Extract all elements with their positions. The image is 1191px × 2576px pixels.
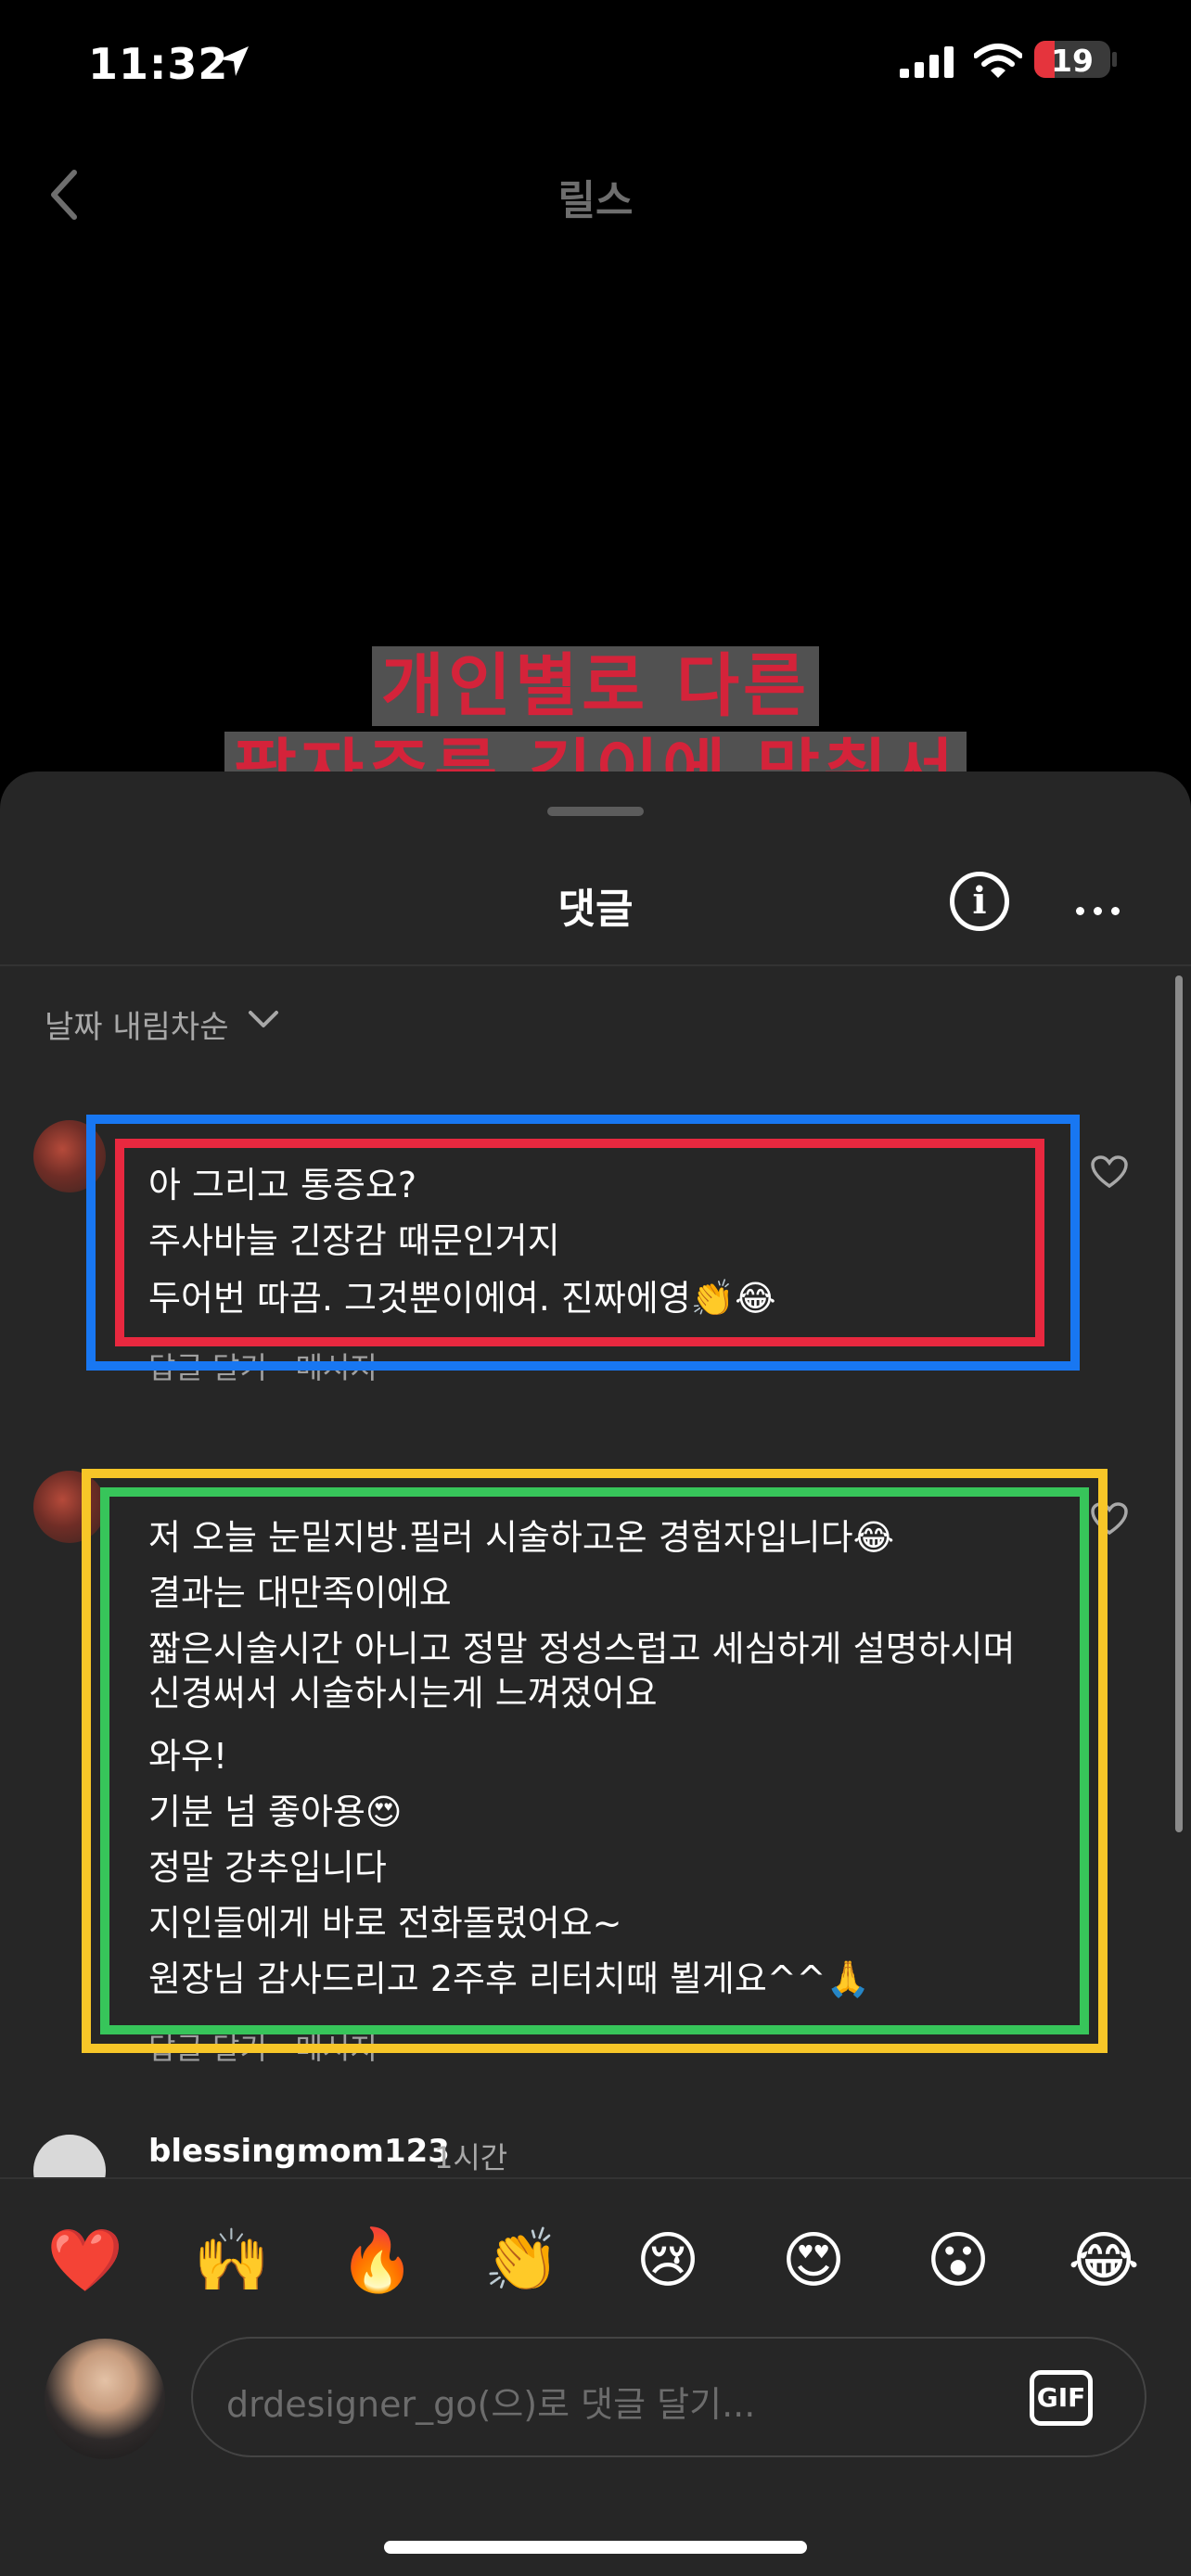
emoji-clap-button[interactable]: 👏	[467, 2224, 578, 2298]
comment-text-line: 짧은시술시간 아니고 정말 정성스럽고 세심하게 설명하시며 신경써서 시술하시…	[148, 1628, 1016, 1714]
battery-indicator: 19	[1034, 41, 1110, 79]
chevron-down-icon[interactable]	[247, 1009, 280, 1035]
emoji-crying-button[interactable]: 😢	[612, 2224, 724, 2298]
more-options-button[interactable]	[1076, 901, 1129, 919]
scrollbar[interactable]	[1175, 976, 1183, 1832]
header-divider	[0, 964, 1191, 966]
page-title: 릴스	[557, 177, 634, 224]
comment-username[interactable]: blessingmom123	[148, 2133, 450, 2170]
video-caption-line-1: 개인별로 다른	[0, 631, 1191, 730]
current-user-avatar[interactable]	[45, 2339, 165, 2459]
comment-text-line: 지인들에게 바로 전화돌렸어요~	[148, 1903, 622, 1944]
cellular-signal-icon	[900, 46, 955, 82]
battery-percent: 19	[1051, 43, 1094, 79]
wifi-icon	[973, 43, 1023, 83]
compose-divider	[0, 2177, 1191, 2179]
battery-cap	[1112, 52, 1117, 67]
comment-timestamp: 1시간	[434, 2140, 508, 2175]
emoji-raised-hands-button[interactable]: 🙌	[176, 2224, 288, 2298]
comment-text-line: 와우!	[148, 1736, 228, 1777]
video-caption-text-1: 개인별로 다른	[371, 646, 820, 726]
like-heart-icon[interactable]	[1091, 1155, 1128, 1192]
home-indicator	[384, 2541, 807, 2554]
comment-text-line: 기분 넘 좋아용😍	[148, 1792, 403, 1832]
emoji-heart-eyes-button[interactable]: 😍	[758, 2224, 869, 2298]
info-icon: i	[972, 879, 987, 923]
emoji-fire-button[interactable]: 🔥	[322, 2224, 433, 2298]
info-button[interactable]: i	[950, 872, 1009, 931]
comment-text-line: 결과는 대만족이에요	[148, 1573, 452, 1613]
comments-title: 댓글	[557, 886, 634, 933]
status-time: 11:32	[88, 39, 229, 89]
comment-text-line: 원장님 감사드리고 2주후 리터치때 뵐게요^^🙏	[148, 1958, 870, 1999]
emoji-heart-button[interactable]: ❤️	[30, 2224, 141, 2298]
comment-text-line: 두어번 따끔. 그것뿐이에여. 진짜에영👏😂	[148, 1278, 776, 1319]
comment-text-line: 저 오늘 눈밑지방.필러 시술하고온 경험자입니다😂	[148, 1517, 894, 1558]
emoji-surprised-button[interactable]: 😮	[903, 2224, 1014, 2298]
comment-text-line: 주사바늘 긴장감 때문인거지	[148, 1220, 560, 1261]
comment-text-line: 아 그리고 통증요?	[148, 1165, 417, 1205]
sort-dropdown-label[interactable]: 날짜 내림차순	[45, 1001, 229, 1047]
gif-button[interactable]: GIF	[1030, 2370, 1093, 2426]
location-arrow-icon	[215, 43, 252, 83]
comment-input-placeholder[interactable]: drdesigner_go(으)로 댓글 달기...	[226, 2376, 755, 2427]
comment-text-line: 정말 강추입니다	[148, 1847, 387, 1888]
emoji-laughing-button[interactable]: 😂	[1048, 2224, 1159, 2298]
sheet-drag-handle[interactable]	[547, 807, 644, 816]
comment-text: 저 오늘 눈밑지방.필러 시술하고온 경험자입니다😂 결과는 대만족이에요 짧은…	[148, 1511, 1020, 2009]
